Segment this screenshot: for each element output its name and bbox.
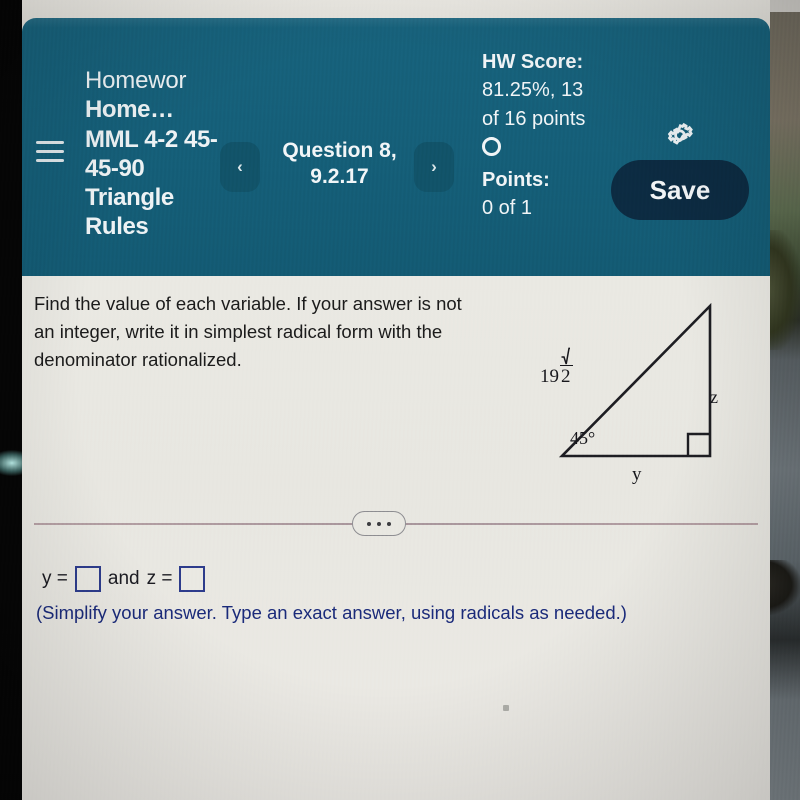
- gear-icon[interactable]: [663, 118, 697, 152]
- hamburger-bar: [36, 140, 64, 144]
- points-label: Points:: [482, 168, 550, 191]
- hypotenuse-label: 19 2: [540, 346, 573, 388]
- question-content-area: Find the value of each variable. If your…: [22, 276, 770, 800]
- hw-score-value: 81.25%, 13 of 16 points: [482, 79, 586, 130]
- simplify-instruction-note: (Simplify your answer. Type an exact ans…: [36, 602, 627, 623]
- ellipsis-dot: [387, 521, 391, 526]
- z-variable-label: z =: [146, 568, 173, 589]
- hw-score-label: HW Score:: [482, 51, 584, 73]
- assignment-title-line2: Home… MML 4-2 45-45-90 Triangle Rules: [85, 96, 218, 241]
- question-prompt-text: Find the value of each variable. If your…: [34, 293, 462, 370]
- points-value: 0 of 1: [482, 196, 533, 219]
- y-answer-input[interactable]: [74, 566, 101, 592]
- hamburger-menu-icon[interactable]: [30, 134, 70, 168]
- previous-question-button[interactable]: ‹: [220, 142, 260, 192]
- hypotenuse-coefficient: 19: [540, 366, 559, 387]
- question-number-label: Question 8, 9.2.17: [282, 139, 397, 189]
- device-bezel-left: [0, 0, 22, 800]
- radical-sign-icon: [561, 347, 570, 365]
- cursor-speck: [503, 705, 509, 711]
- answer-connector-label: and: [107, 568, 140, 589]
- hypotenuse-radicand: 2: [560, 365, 573, 387]
- vertical-leg-label: z: [710, 387, 718, 407]
- z-answer-input[interactable]: [179, 566, 206, 592]
- hamburger-bar: [36, 149, 64, 153]
- app-header: Homewor Home… MML 4-2 45-45-90 Triangle …: [22, 18, 770, 276]
- assignment-title[interactable]: Homewor Home… MML 4-2 45-45-90 Triangle …: [85, 66, 230, 242]
- empty-circle-icon: [482, 137, 501, 157]
- answer-entry-row: y = and z =: [42, 566, 206, 592]
- angle-label: 45°: [570, 428, 596, 448]
- horizontal-leg-label: y: [632, 464, 642, 485]
- y-variable-label: y =: [42, 568, 68, 589]
- next-question-button[interactable]: ›: [414, 142, 454, 192]
- app-screen: Homewor Home… MML 4-2 45-45-90 Triangle …: [22, 0, 770, 800]
- device-bezel-top-right: [770, 0, 800, 12]
- ellipsis-dot: [367, 521, 371, 526]
- hamburger-bar: [36, 158, 64, 162]
- ellipsis-dot: [377, 521, 381, 526]
- score-summary: HW Score: 81.25%, 13 of 16 points Points…: [482, 48, 602, 222]
- ellipsis-icon[interactable]: [352, 511, 406, 536]
- assignment-title-line1: Homewor: [85, 67, 187, 94]
- save-button[interactable]: Save: [611, 160, 749, 220]
- triangle-figure: 19 2 45° z y: [492, 284, 752, 494]
